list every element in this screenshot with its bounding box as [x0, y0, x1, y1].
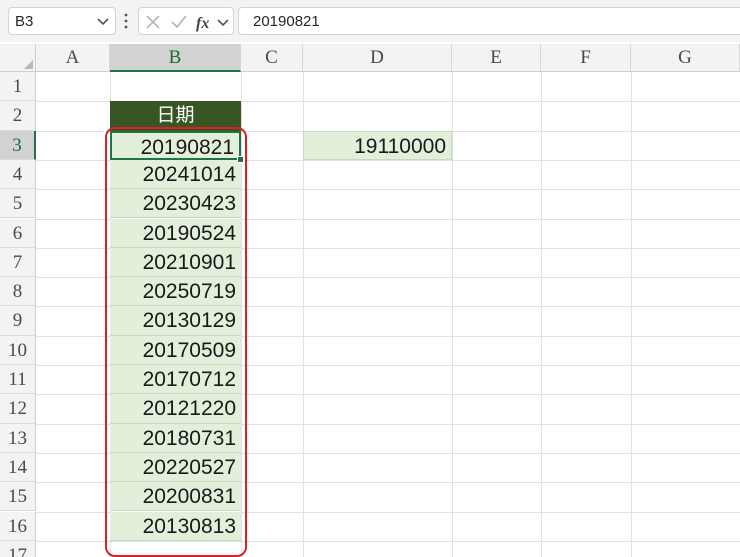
- row-header-4[interactable]: 4: [0, 159, 36, 190]
- formula-bar: B3 fx 20190821: [0, 0, 740, 42]
- row-header-3[interactable]: 3: [0, 130, 36, 160]
- row-header-5[interactable]: 5: [0, 189, 36, 219]
- row-header-6[interactable]: 6: [0, 218, 36, 248]
- row-header-2[interactable]: 2: [0, 101, 36, 131]
- enter-check-icon[interactable]: [169, 12, 189, 32]
- formula-input[interactable]: 20190821: [238, 7, 740, 35]
- select-all-icon: [24, 60, 33, 69]
- row-header-16[interactable]: 16: [0, 511, 36, 541]
- formula-actions: fx: [138, 7, 234, 35]
- name-box-value: B3: [15, 13, 34, 30]
- cancel-icon[interactable]: [143, 12, 163, 32]
- row-header-17[interactable]: 17: [0, 540, 36, 557]
- fx-icon[interactable]: fx: [195, 12, 217, 32]
- formula-value: 20190821: [253, 13, 320, 30]
- row-header-1[interactable]: 1: [0, 72, 36, 102]
- chevron-down-icon[interactable]: [215, 12, 231, 32]
- gridline: [452, 72, 453, 557]
- spreadsheet-grid: A B C D E F G 1 2 3 4 5 6 7 8 9 10 11 12…: [0, 44, 740, 557]
- gridline: [541, 72, 542, 557]
- column-header-f[interactable]: F: [541, 44, 631, 72]
- row-header-8[interactable]: 8: [0, 277, 36, 307]
- select-all-corner[interactable]: [0, 44, 36, 72]
- column-header-g[interactable]: G: [631, 44, 740, 72]
- column-header-a[interactable]: A: [36, 44, 110, 72]
- row-header-7[interactable]: 7: [0, 247, 36, 278]
- row-header-13[interactable]: 13: [0, 423, 36, 453]
- svg-text:fx: fx: [196, 15, 209, 32]
- column-header-d[interactable]: D: [303, 44, 452, 72]
- row-header-10[interactable]: 10: [0, 335, 36, 365]
- chevron-down-icon[interactable]: [95, 11, 111, 31]
- column-header-c[interactable]: C: [241, 44, 303, 72]
- cell-d3[interactable]: 19110000: [303, 130, 452, 160]
- column-header-e[interactable]: E: [452, 44, 541, 72]
- column-header-b[interactable]: B: [110, 44, 241, 72]
- row-header-12[interactable]: 12: [0, 394, 36, 424]
- row-header-11[interactable]: 11: [0, 365, 36, 395]
- highlight-box: [105, 127, 247, 557]
- name-box[interactable]: B3: [8, 7, 116, 35]
- more-vertical-icon[interactable]: [123, 12, 129, 30]
- gridline: [631, 72, 632, 557]
- row-header-9[interactable]: 9: [0, 306, 36, 336]
- row-header-14[interactable]: 14: [0, 452, 36, 483]
- row-header-15[interactable]: 15: [0, 482, 36, 512]
